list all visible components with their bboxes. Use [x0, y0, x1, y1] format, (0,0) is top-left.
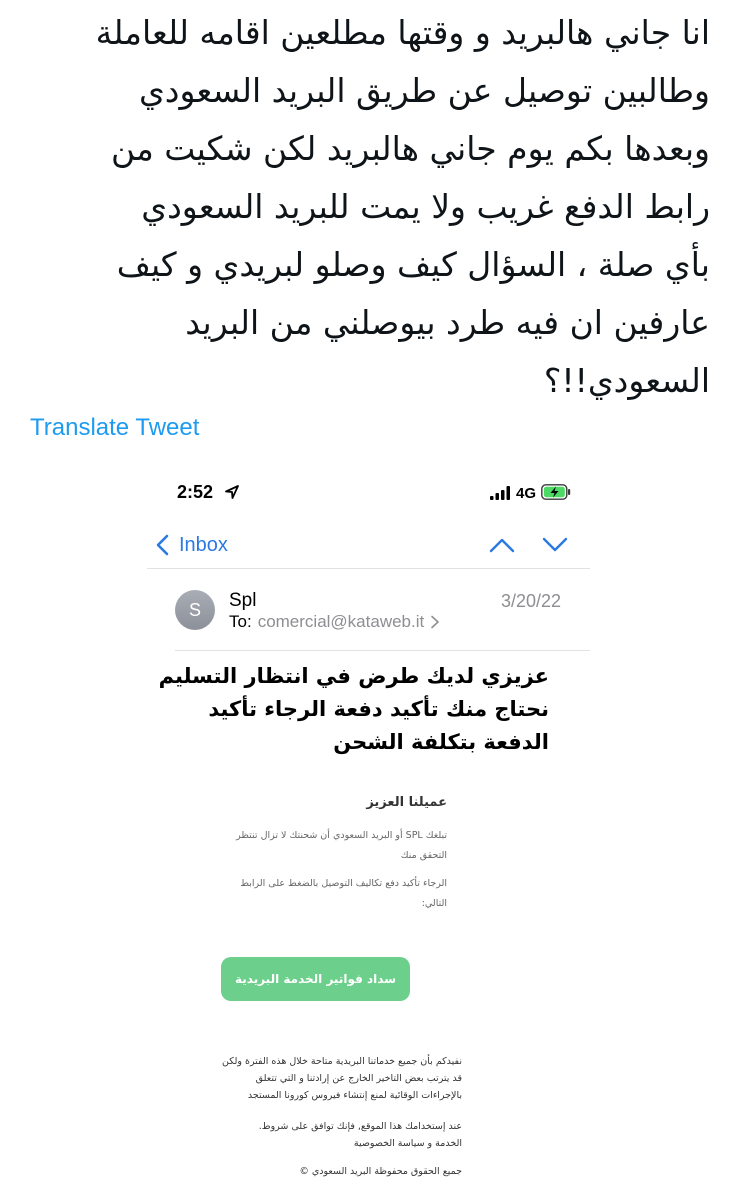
- location-arrow-icon: [225, 485, 239, 499]
- tweet-line: رابط الدفع غريب ولا يمت للبريد السعودي: [141, 187, 710, 226]
- divider: [147, 568, 590, 569]
- tweet-line: السعودي!!؟: [543, 361, 710, 400]
- subject-line: الدفعة بتكلفة الشحن: [333, 730, 549, 754]
- mail-date: 3/20/22: [501, 591, 562, 611]
- paragraph-line: التالي:: [421, 898, 447, 909]
- pay-postal-bills-button[interactable]: سداد فواتير الخدمة البريدية: [221, 957, 410, 1001]
- tweet-line: عارفين ان فيه طرد بيوصلني من البريد: [185, 303, 710, 342]
- paragraph-line: الرجاء تأكيد دفع تكاليف التوصيل بالضغط ع…: [240, 878, 447, 889]
- mail-paragraph: تبلغك SPL أو البريد السعودي أن شحنتك لا …: [207, 826, 447, 866]
- to-label: To:: [229, 612, 252, 631]
- chevron-left-icon: [156, 534, 169, 556]
- sender-avatar: S: [175, 590, 215, 630]
- footer-copyright: جميع الحقوق محفوظة البريد السعودي ©: [299, 1166, 462, 1177]
- footer-terms: عند إستخدامك هذا الموقع, فإنك توافق على …: [177, 1118, 462, 1152]
- recipient-address: comercial@kataweb.it: [257, 612, 425, 631]
- divider: [175, 650, 590, 651]
- chevron-right-icon: [431, 615, 440, 629]
- subject-line: عزيزي لديك طرض في انتظار التسليم: [158, 664, 549, 688]
- tweet-text: انا جاني هالبريد و وقتها مطلعين اقامه لل…: [20, 4, 710, 410]
- mail-subject: عزيزي لديك طرض في انتظار التسليم نحتاج م…: [158, 660, 549, 759]
- footer-line: الخدمة و سياسة الخصوصية: [353, 1138, 462, 1149]
- status-time: 2:52: [177, 482, 214, 502]
- sender-name: Spl: [229, 590, 257, 611]
- signal-bars-icon: [490, 486, 510, 500]
- inbox-back-label: Inbox: [179, 533, 228, 556]
- mail-greeting: عميلنا العزيز: [366, 795, 447, 810]
- inbox-back-button[interactable]: Inbox: [155, 529, 228, 561]
- tweet-line: وبعدها بكم يوم جاني هالبريد لكن شكيت من: [110, 129, 710, 168]
- network-type: 4G: [516, 485, 537, 502]
- footer-line: قد يترتب بعض التاخير الخارج عن إرادتنا و…: [255, 1073, 462, 1084]
- chevron-down-icon[interactable]: [540, 533, 570, 557]
- footer-notice: نفيدكم بأن جميع خدماتنا البريدية متاحة خ…: [177, 1053, 462, 1104]
- status-bar: 2:52 4G: [147, 470, 590, 514]
- footer-line: بالإجراءات الوقائية لمنع إنتشاء فيروس كو…: [247, 1090, 462, 1101]
- translate-tweet-link[interactable]: Translate Tweet: [30, 414, 199, 442]
- mail-paragraph: الرجاء تأكيد دفع تكاليف التوصيل بالضغط ع…: [207, 874, 447, 914]
- footer-line: نفيدكم بأن جميع خدماتنا البريدية متاحة خ…: [221, 1056, 462, 1067]
- paragraph-line: تبلغك SPL أو البريد السعودي أن شحنتك لا …: [236, 830, 447, 841]
- tweet-line: وطالبين توصيل عن طريق البريد السعودي: [138, 71, 710, 110]
- battery-charging-icon: [541, 484, 571, 500]
- recipient-row[interactable]: To: comercial@kataweb.it: [229, 612, 440, 632]
- email-screenshot: 2:52 4G Inbox S Spl 3/20/22 To: comercia…: [147, 470, 590, 1200]
- mail-nav-bar: Inbox: [147, 525, 590, 565]
- subject-line: نحتاج منك تأكيد دفعة الرجاء تأكيد: [208, 697, 549, 721]
- chevron-up-icon[interactable]: [487, 533, 517, 557]
- footer-line: عند إستخدامك هذا الموقع, فإنك توافق على …: [258, 1121, 462, 1132]
- tweet-line: بأي صلة ، السؤال كيف وصلو لبريدي و كيف: [116, 245, 710, 284]
- paragraph-line: التحقق منك: [400, 850, 447, 861]
- tweet-line: انا جاني هالبريد و وقتها مطلعين اقامه لل…: [95, 13, 710, 52]
